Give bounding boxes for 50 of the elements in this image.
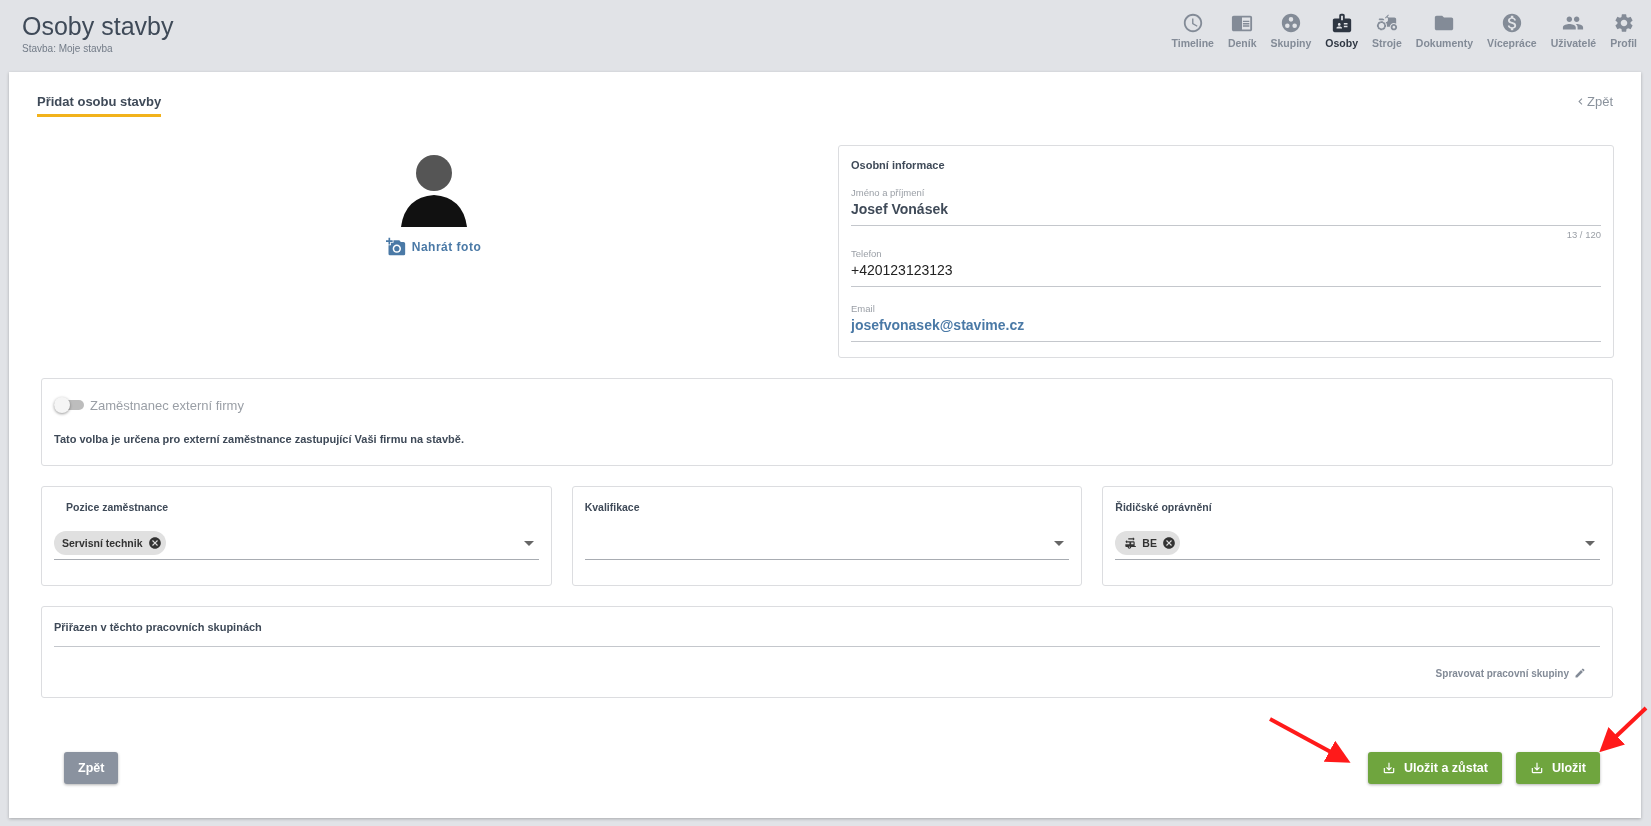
save-button[interactable]: Uložit — [1515, 752, 1600, 784]
page-title: Osoby stavby — [22, 12, 174, 41]
select-label: Řidičské oprávnění — [1115, 501, 1213, 513]
nav-tab[interactable]: Profil — [1610, 12, 1637, 72]
back-link[interactable]: Zpět — [1574, 94, 1613, 109]
dropdown-caret-icon — [523, 540, 534, 546]
remove-icon[interactable] — [147, 536, 162, 550]
toggle-label: Zaměstnanec externí firmy — [90, 397, 244, 413]
remove-icon[interactable] — [1161, 536, 1176, 550]
nav-tab[interactable]: Vícepráce — [1487, 12, 1537, 72]
annotation-arrow — [1599, 706, 1648, 753]
nav-tab[interactable]: Stroje — [1372, 12, 1402, 72]
nav-tab[interactable]: Timeline — [1171, 12, 1214, 72]
nav-tab[interactable]: Osoby — [1325, 12, 1359, 72]
help-text: Tato volba je určena pro externí zaměstnance zastupující Vaši firmu na stavbě. — [54, 433, 465, 445]
nav-tab[interactable]: Deník — [1227, 12, 1257, 72]
dropdown-caret-icon — [1585, 540, 1595, 546]
pencil-icon — [1574, 667, 1586, 679]
nav-tab[interactable]: Uživatelé — [1550, 12, 1597, 72]
settings-icon — [1612, 12, 1635, 34]
save-and-stay-button[interactable]: Uložit a zůstat — [1367, 752, 1502, 784]
select-field[interactable]: BE — [1115, 527, 1600, 560]
dropdown-caret-icon — [1054, 540, 1065, 546]
nav-tab[interactable]: Skupiny — [1270, 12, 1312, 72]
manage-groups-link[interactable]: Spravovat pracovní skupiny — [54, 667, 1586, 679]
chip[interactable]: Servisní technik — [54, 531, 166, 555]
id-badge-icon — [1330, 12, 1353, 34]
panel-title: Přiřazen v těchto pracovních skupinách — [54, 621, 263, 633]
page-subtitle: Stavba: Moje stavba — [22, 43, 114, 54]
nav-tab[interactable]: Dokumenty — [1415, 12, 1473, 72]
text-field[interactable]: Telefon +420123123123 — [851, 248, 1601, 287]
circle-dots-icon — [1279, 12, 1302, 34]
save-icon — [1381, 761, 1396, 775]
chip[interactable]: BE — [1115, 531, 1180, 555]
text-field[interactable]: Jméno a příjmení Josef Vonásek — [851, 187, 1601, 226]
add-photo-icon — [385, 237, 406, 257]
save-icon — [1529, 761, 1544, 775]
char-counter: 13 / 120 — [1565, 229, 1601, 240]
back-button[interactable]: Zpět — [64, 752, 119, 784]
select-label: Kvalifikace — [584, 501, 641, 513]
panel-title: Osobní informace — [851, 159, 946, 171]
toggle-switch[interactable] — [54, 397, 84, 413]
upload-photo-link[interactable]: Nahrát foto — [385, 237, 482, 257]
select-field[interactable]: Servisní technik — [54, 527, 539, 560]
car-trailer-icon — [1123, 536, 1138, 550]
clock-icon — [1181, 12, 1204, 34]
section-tab[interactable]: Přidat osobu stavby — [37, 94, 162, 117]
dollar-icon — [1500, 12, 1523, 34]
text-field[interactable]: Email josefvonasek@stavime.cz — [851, 303, 1601, 342]
select-label: Pozice zaměstnance — [65, 501, 170, 513]
